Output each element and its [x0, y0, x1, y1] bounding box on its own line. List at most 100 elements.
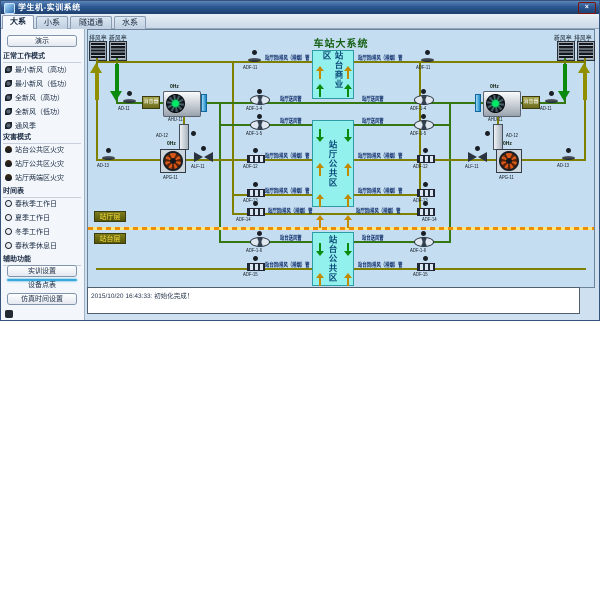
airflow-up-arrow [344, 194, 352, 207]
axial-fan[interactable] [250, 89, 270, 105]
fire-icon [5, 146, 12, 153]
axial-fan[interactable] [414, 114, 434, 130]
schedule-winter-workday[interactable]: 冬季工作日 [15, 227, 50, 237]
silencer: 消音器 [142, 96, 160, 109]
damper-group[interactable] [247, 148, 265, 162]
fresh-pavilion-label: 新风亭 [109, 32, 127, 42]
fan-icon [5, 94, 12, 101]
damper-tag: ADF-14 [236, 217, 251, 223]
exhaust-fan[interactable] [496, 149, 522, 173]
damper[interactable] [420, 50, 436, 63]
damper-actuator [485, 131, 490, 136]
damper[interactable] [101, 148, 117, 161]
disaster-platform-fire[interactable]: 站台公共区火灾 [15, 145, 64, 155]
duct-label: 站厅送风管 [280, 116, 302, 125]
clock-icon [5, 200, 12, 207]
sim-time-settings-button[interactable]: 仿真时间设置 [7, 293, 77, 305]
tab-bar: 大系统 小系统 隧道通风 水系统 [1, 14, 599, 29]
damper-actuator [191, 131, 196, 136]
damper-tag: ADF-12 [413, 164, 428, 170]
tab-tunnel-vent[interactable]: 隧道通风 [70, 16, 112, 29]
airflow-up-arrow [316, 273, 324, 286]
event-log[interactable]: 2015/10/20 16:43:33: 初始化完成！ [87, 287, 580, 314]
return-riser [232, 62, 234, 215]
airflow-down-arrow [316, 243, 324, 256]
section-normal-mode: 正常工作模式 [3, 51, 81, 63]
axial-fan[interactable] [414, 231, 434, 247]
damper[interactable] [544, 91, 560, 104]
damper-group[interactable] [247, 256, 265, 270]
airflow-down-arrow [344, 243, 352, 256]
damper-group[interactable] [417, 201, 435, 215]
sidebar: 演示 正常工作模式 最小新风（高功） 最小新风（低功） 全新风（高功） 全新风（… [1, 29, 85, 320]
disaster-hall-ends-fire[interactable]: 站厅两端区火灾 [15, 173, 64, 183]
clock-icon [5, 228, 12, 235]
damper[interactable] [561, 148, 577, 161]
duct-label: 站台送风管 [280, 233, 302, 242]
damper-group[interactable] [417, 148, 435, 162]
schedule-summer-workday[interactable]: 夏季工作日 [15, 213, 50, 223]
schedule-springfall-workday[interactable]: 春秋季工作日 [15, 199, 57, 209]
damper-group[interactable] [247, 182, 265, 196]
butterfly-damper[interactable] [194, 146, 214, 162]
axial-fan[interactable] [250, 231, 270, 247]
exhaust-up-arrow [578, 63, 591, 101]
mode-full-fresh-high[interactable]: 全新风（高功） [15, 93, 64, 103]
mode-vent-season[interactable]: 通风季 [15, 121, 36, 131]
airflow-down-arrow [316, 129, 324, 142]
fan-tag: APG-11 [499, 175, 514, 181]
axial-fan[interactable] [250, 114, 270, 130]
airflow-up-arrow [344, 273, 352, 286]
damper[interactable] [247, 50, 263, 63]
tab-small-system[interactable]: 小系统 [36, 16, 68, 29]
damper[interactable] [122, 91, 138, 104]
mode-min-fresh-low[interactable]: 最小新风（低功） [15, 79, 71, 89]
airflow-up-arrow [344, 163, 352, 176]
app-icon [4, 3, 15, 14]
training-settings-button[interactable]: 实训设置 [7, 265, 77, 277]
frequency-readout: 0Hz [490, 84, 499, 90]
tab-big-system[interactable]: 大系统 [2, 15, 34, 29]
airflow-up-arrow [316, 163, 324, 176]
damper-group[interactable] [417, 256, 435, 270]
section-disaster-mode: 灾害模式 [3, 132, 81, 144]
mode-min-fresh-high[interactable]: 最小新风（高功） [15, 65, 71, 75]
damper-group[interactable] [247, 201, 265, 215]
tab-water-system[interactable]: 水系统 [114, 16, 146, 29]
duct-label: 站厅送风管 [362, 94, 384, 103]
ahu-fan[interactable] [483, 91, 521, 117]
fresh-grille [558, 42, 574, 60]
airflow-up-arrow [316, 194, 324, 207]
mode-full-fresh-low[interactable]: 全新风（低功） [15, 107, 64, 117]
frequency-readout: 0Hz [167, 141, 176, 147]
damper-tag: AD-12 [156, 133, 168, 139]
clipped-item-icon [5, 310, 13, 318]
fire-icon [5, 160, 12, 167]
close-icon[interactable]: × [578, 2, 596, 14]
exhaust-fan[interactable] [160, 149, 186, 173]
duct-label: 站厅回/排风（排烟）管 [358, 186, 402, 195]
device-point-table-button[interactable]: 设备点表 [7, 279, 77, 281]
ahu-fan[interactable] [163, 91, 201, 117]
exhaust-pavilion-label: 排风亭 [574, 32, 592, 42]
clock-icon [5, 214, 12, 221]
demo-button[interactable]: 演示 [7, 35, 77, 47]
fresh-grille [110, 42, 126, 60]
exhaust-pavilion-label: 排风亭 [89, 32, 107, 42]
disaster-hall-fire[interactable]: 站厅公共区火灾 [15, 159, 64, 169]
damper-group[interactable] [417, 182, 435, 196]
axial-fan[interactable] [414, 89, 434, 105]
airflow-up-arrow [344, 66, 352, 79]
diagram-title: 车站大系统 [288, 35, 394, 50]
silencer: 消音器 [522, 96, 540, 109]
schedule-springfall-restday[interactable]: 春秋季休息日 [15, 241, 57, 251]
fan-icon [5, 122, 12, 129]
app-window: 学生机-实训系统 × 大系统 小系统 隧道通风 水系统 演示 正常工作模式 最小… [0, 0, 600, 321]
damper-tag: ADF-12 [243, 164, 258, 170]
butterfly-damper[interactable] [468, 146, 488, 162]
vertical-silencer [179, 124, 189, 150]
damper-tag: ADF-11 [416, 65, 430, 71]
duct-label: 站厅送风管 [280, 94, 302, 103]
airflow-up-arrow [316, 215, 324, 228]
damper-tag: ADF-15 [243, 272, 258, 278]
